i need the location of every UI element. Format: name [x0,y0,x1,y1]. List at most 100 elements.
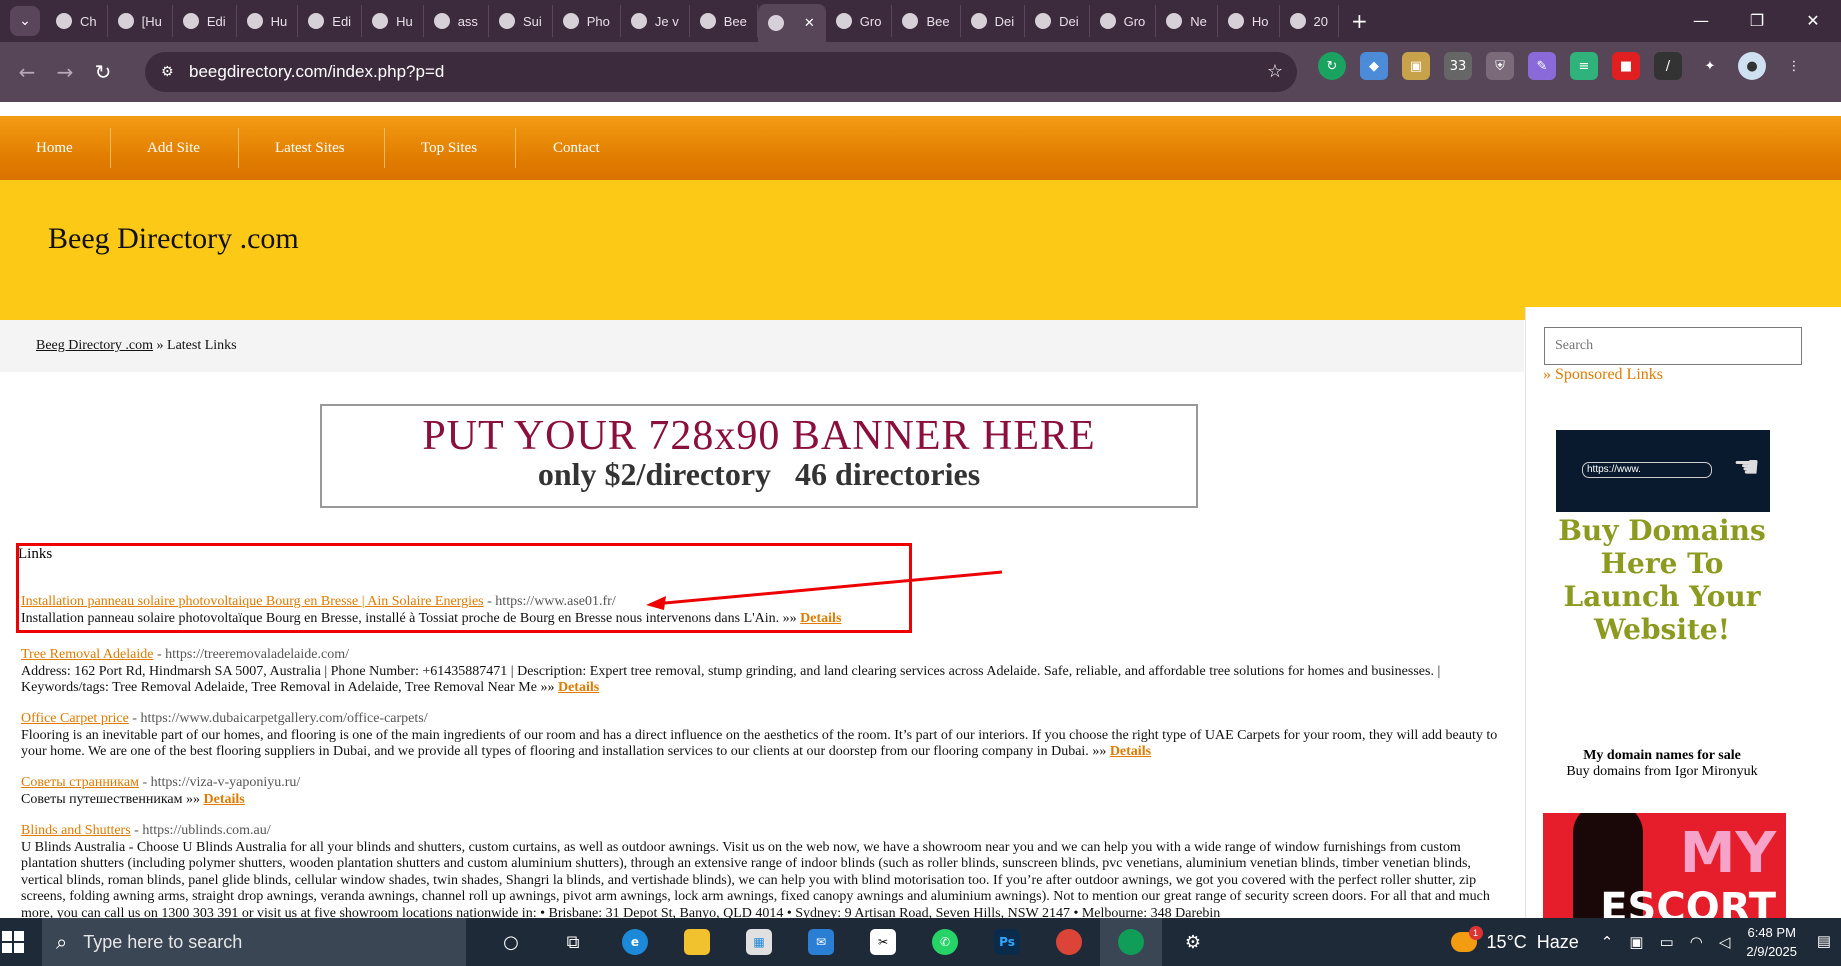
forward-button[interactable]: → [46,60,84,84]
extension-grammarly-icon[interactable]: ↻ [1318,52,1346,80]
browser-tab[interactable]: [Hu [108,5,173,37]
browser-tab[interactable]: Hu [362,5,424,37]
cortana-icon[interactable]: ○ [480,918,542,966]
browser-tab[interactable]: Dei [1025,5,1090,37]
nav-home-link[interactable]: Home [36,116,73,180]
photoshop-icon[interactable]: Ps [976,918,1038,966]
tab-label: 20 [1313,13,1328,29]
site-title[interactable]: Beeg Directory .com [48,222,299,256]
instagram-icon [372,13,389,29]
extension-icon[interactable]: ◆ [1360,52,1388,80]
file-explorer-icon[interactable] [666,918,728,966]
taskbar-search-box[interactable]: ⌕ Type here to search [42,918,466,966]
new-tab-button[interactable]: + [1351,9,1368,33]
browser-toolbar: ← → ↻ ⚙ beegdirectory.com/index.php?p=d … [0,42,1841,102]
entry-description: U Blinds Australia - Choose U Blinds Aus… [21,839,1490,919]
nav-top-sites-link[interactable]: Top Sites [421,116,477,180]
nav-contact-link[interactable]: Contact [553,116,600,180]
browser-menu-icon[interactable]: ⋮ [1780,52,1808,80]
browser-tab[interactable]: ✕ [757,4,826,42]
weather-widget[interactable]: 1 15°C Haze [1450,926,1579,953]
extension-icon[interactable]: ■ [1612,52,1640,80]
details-prefix: »» [1088,744,1110,759]
tab-label: Hu [396,13,413,29]
browser-tab[interactable]: Sui [489,5,553,37]
browser-tab[interactable]: Bee [690,5,758,37]
domain-ad-image[interactable]: https://www. ☚ [1556,430,1770,512]
domain-ad-text[interactable]: Buy Domains Here To Launch Your Website! [1540,514,1784,646]
volume-icon[interactable]: ◁ [1719,933,1731,951]
entry-title-link[interactable]: Office Carpet price [21,711,129,726]
browser-tab[interactable]: Hu [237,5,299,37]
task-view-icon[interactable]: ⧉ [542,918,604,966]
close-tab-icon[interactable]: ✕ [804,15,815,31]
windows-taskbar: ⌕ Type here to search ○ ⧉ e ▦ ✉ ✂ ✆ Ps ⚙… [0,918,1841,966]
browser-tab[interactable]: Ne [1156,5,1218,37]
entry-title-link[interactable]: Blinds and Shutters [21,823,131,838]
mail-icon[interactable]: ✉ [790,918,852,966]
nav-add-site-link[interactable]: Add Site [147,116,200,180]
details-link[interactable]: Details [1110,744,1151,759]
tab-label: Dei [1059,13,1079,29]
bookmark-star-icon[interactable]: ☆ [1267,61,1283,82]
chrome-active-icon[interactable] [1100,918,1162,966]
browser-tab[interactable]: 20 [1280,5,1339,37]
browser-tab[interactable]: Dei [961,5,1026,37]
wifi-icon[interactable]: ◠ [1690,933,1703,951]
maximize-button[interactable]: ❐ [1729,0,1785,42]
meet-now-icon[interactable]: ▣ [1629,933,1643,951]
store-icon[interactable]: ▦ [728,918,790,966]
browser-tab[interactable]: Edi [298,5,363,37]
whatsapp-icon[interactable]: ✆ [914,918,976,966]
extension-icon[interactable]: / [1654,52,1682,80]
entry-description: Flooring is an inevitable part of our ho… [21,727,1498,760]
extension-icon[interactable]: ▣ [1402,52,1430,80]
browser-tab[interactable]: Ho [1218,5,1280,37]
browser-tab[interactable]: ass [424,5,489,37]
entry-title-link[interactable]: Советы странникам [21,775,139,790]
address-url[interactable]: beegdirectory.com/index.php?p=d [189,62,444,82]
browser-tab[interactable]: Edi [173,5,237,37]
entry-title-link[interactable]: Tree Removal Adelaide [21,647,153,662]
extensions-puzzle-icon[interactable]: ✦ [1696,52,1724,80]
nav-latest-sites-link[interactable]: Latest Sites [275,116,345,180]
search-input[interactable] [1544,327,1802,365]
browser-tab[interactable]: Ch [46,5,108,37]
extension-feather-icon[interactable]: ✎ [1528,52,1556,80]
reload-button[interactable]: ↻ [84,60,122,84]
notifications-icon[interactable]: ▤ [1817,932,1831,950]
ad-banner[interactable]: PUT YOUR 728x90 BANNER HERE only $2/dire… [320,404,1198,508]
battery-icon[interactable]: ▭ [1660,933,1674,951]
extension-icon[interactable]: ≡ [1570,52,1598,80]
browser-tab[interactable]: Gro [826,5,893,37]
clock[interactable]: 6:48 PM 2/9/2025 [1746,923,1797,961]
browser-tab[interactable]: Pho [553,5,621,37]
profile-avatar[interactable]: ● [1738,52,1766,80]
tab-label: Edi [206,13,226,29]
details-link[interactable]: Details [204,792,245,807]
tab-search-dropdown[interactable]: ⌄ [10,6,40,36]
chevron-up-icon[interactable]: ⌃ [1601,933,1614,951]
chrome-icon[interactable] [1038,918,1100,966]
breadcrumb-home-link[interactable]: Beeg Directory .com [36,338,153,353]
close-window-button[interactable]: ✕ [1785,0,1841,42]
windows-start-button[interactable] [2,931,24,953]
web-page: Home Add Site Latest Sites Top Sites Con… [0,102,1841,918]
minimize-button[interactable]: — [1673,0,1729,42]
extension-counter-icon[interactable]: 33 [1444,52,1472,80]
browser-tab[interactable]: Bee [892,5,961,37]
settings-gear-icon[interactable]: ⚙ [1162,918,1224,966]
back-button[interactable]: ← [8,60,46,84]
nav-separator [515,128,516,168]
details-prefix: »» [182,791,204,807]
edge-icon[interactable]: e [604,918,666,966]
browser-tab[interactable]: Je v [621,5,690,37]
capcut-icon[interactable]: ✂ [852,918,914,966]
details-link[interactable]: Details [558,680,599,695]
banner-headline: PUT YOUR 728x90 BANNER HERE [422,413,1096,459]
extension-shield-icon[interactable]: ⛨ [1486,52,1514,80]
browser-tab[interactable]: Gro [1090,5,1157,37]
site-info-icon[interactable]: ⚙ [161,64,177,80]
escort-ad-image[interactable]: MY ESCORT [1543,813,1786,918]
address-bar[interactable]: ⚙ beegdirectory.com/index.php?p=d ☆ [145,52,1297,92]
